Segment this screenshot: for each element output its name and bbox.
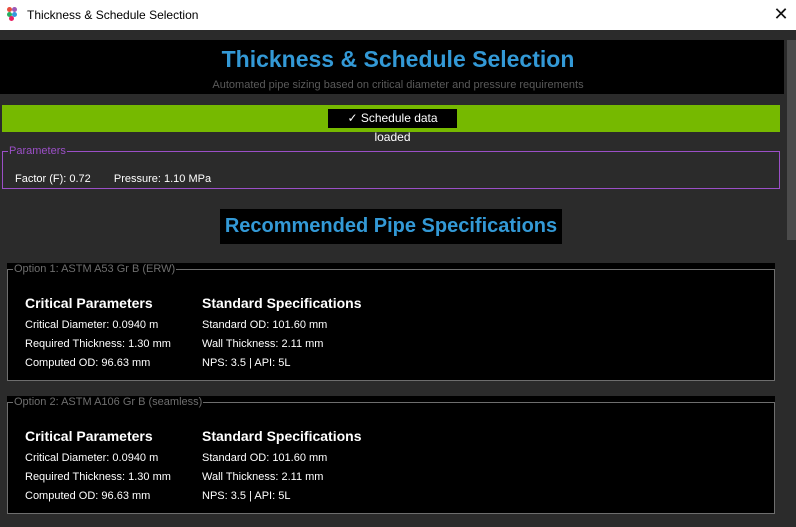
option-card: Option 1: ASTM A53 Gr B (ERW) Critical P…	[7, 263, 775, 381]
factor-value: Factor (F): 0.72	[15, 173, 91, 185]
page-title: Thickness & Schedule Selection	[221, 46, 575, 72]
option-card: Option 2: ASTM A106 Gr B (seamless) Crit…	[7, 396, 775, 514]
recommended-title: Recommended Pipe Specifications	[220, 209, 562, 244]
status-message: ✓ Schedule data loaded	[328, 109, 457, 144]
header-banner: Thickness & Schedule Selection Automated…	[0, 40, 796, 94]
wall-thickness: Wall Thickness: 2.11 mm	[202, 471, 324, 483]
critical-diameter: Critical Diameter: 0.0940 m	[25, 319, 159, 331]
title-bar: Thickness & Schedule Selection ✕	[0, 0, 796, 30]
computed-od: Computed OD: 96.63 mm	[25, 490, 151, 502]
page-subtitle: Automated pipe sizing based on critical …	[212, 79, 584, 91]
nps-api: NPS: 3.5 | API: 5L	[202, 357, 291, 369]
standard-od: Standard OD: 101.60 mm	[202, 319, 328, 331]
nps-api: NPS: 3.5 | API: 5L	[202, 490, 291, 502]
window-title: Thickness & Schedule Selection	[27, 8, 199, 22]
option-legend: Option 2: ASTM A106 Gr B (seamless)	[14, 396, 203, 408]
wall-thickness: Wall Thickness: 2.11 mm	[202, 338, 324, 350]
app-icon	[7, 7, 21, 21]
parameters-legend: Parameters	[9, 145, 66, 157]
pressure-value: Pressure: 1.10 MPa	[113, 173, 212, 185]
required-thickness: Required Thickness: 1.30 mm	[25, 471, 171, 483]
standard-od: Standard OD: 101.60 mm	[202, 452, 328, 464]
standard-heading: Standard Specifications	[202, 428, 362, 444]
vertical-scrollbar[interactable]	[784, 30, 796, 527]
parameters-group: Parameters Factor (F): 0.72 Pressure: 1.…	[2, 145, 780, 189]
required-thickness: Required Thickness: 1.30 mm	[25, 338, 171, 350]
standard-heading: Standard Specifications	[202, 295, 362, 311]
critical-diameter: Critical Diameter: 0.0940 m	[25, 452, 159, 464]
critical-heading: Critical Parameters	[25, 295, 153, 311]
critical-heading: Critical Parameters	[25, 428, 153, 444]
status-bar: ✓ Schedule data loaded	[2, 105, 780, 144]
computed-od: Computed OD: 96.63 mm	[25, 357, 151, 369]
scrollbar-thumb[interactable]	[787, 40, 796, 240]
main-content: Thickness & Schedule Selection Automated…	[0, 30, 796, 527]
option-legend: Option 1: ASTM A53 Gr B (ERW)	[14, 263, 176, 275]
close-button[interactable]: ✕	[766, 0, 796, 30]
